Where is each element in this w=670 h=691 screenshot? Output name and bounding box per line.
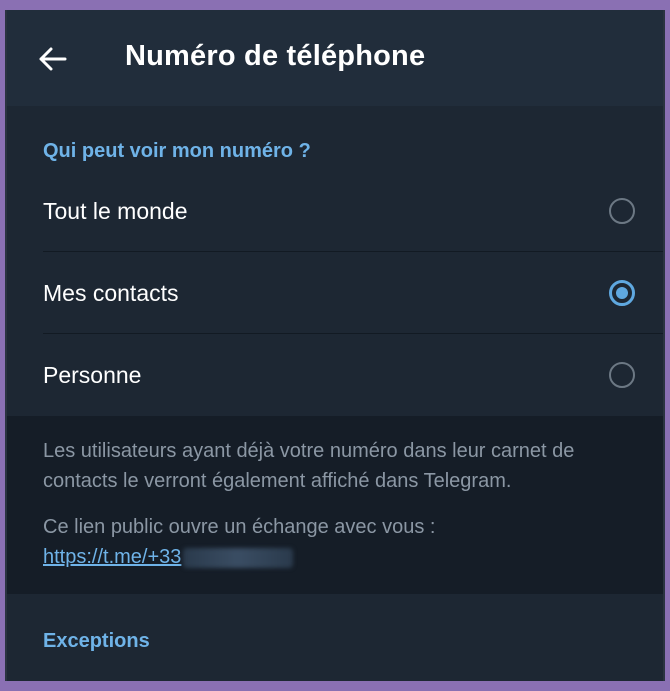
option-label: Tout le monde [43,197,188,224]
radio-unchecked-icon[interactable] [609,362,635,388]
visibility-section: Qui peut voir mon numéro ? Tout le monde… [7,106,663,416]
section-header: Qui peut voir mon numéro ? [43,140,311,162]
public-link-block: Ce lien public ouvre un échange avec vou… [43,512,633,572]
exceptions-header: Exceptions [43,630,150,652]
info-panel: Les utilisateurs ayant déjà votre numéro… [7,416,663,594]
app-bar: Numéro de téléphone [7,10,663,106]
option-everyone[interactable]: Tout le monde [7,170,663,252]
page-title: Numéro de téléphone [125,40,426,72]
radio-checked-icon[interactable] [609,280,635,306]
back-arrow-icon[interactable] [37,46,67,72]
public-link[interactable]: https://t.me/+33 [43,546,181,568]
public-link-intro: Ce lien public ouvre un échange avec vou… [43,516,436,538]
option-label: Mes contacts [43,279,179,306]
redacted-number [183,547,294,568]
option-nobody[interactable]: Personne [7,334,663,416]
phone-number-privacy-screen: Numéro de téléphone Qui peut voir mon nu… [5,10,665,681]
radio-unchecked-icon[interactable] [609,198,635,224]
option-label: Personne [43,361,142,388]
option-my-contacts[interactable]: Mes contacts [7,252,663,334]
info-description: Les utilisateurs ayant déjà votre numéro… [43,440,575,492]
